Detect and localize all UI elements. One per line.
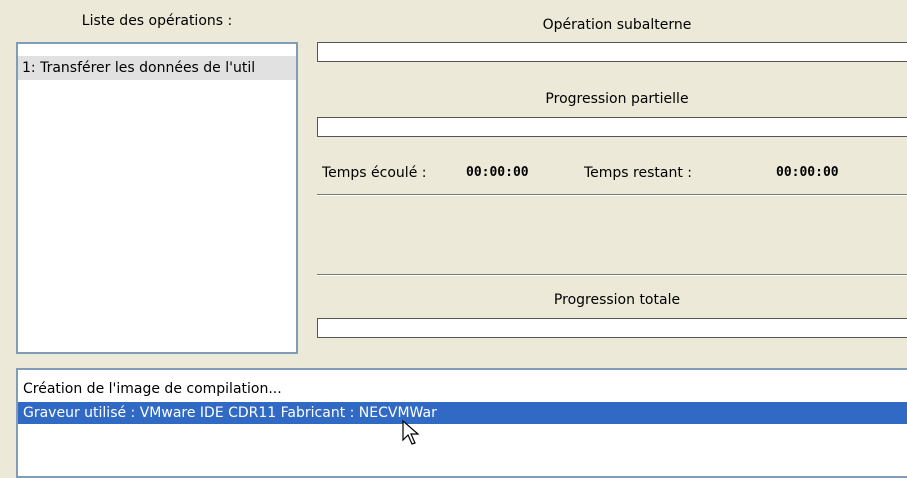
total-progress-heading: Progression totale — [553, 292, 681, 308]
mouse-pointer-icon — [402, 419, 422, 450]
elapsed-time-label: Temps écoulé : — [322, 165, 427, 181]
sub-operation-progress-bar — [317, 42, 907, 62]
log-line-1[interactable]: Création de l'image de compilation... — [18, 378, 907, 400]
sub-operation-heading: Opération subalterne — [542, 17, 692, 33]
remaining-time-label: Temps restant : — [584, 165, 693, 181]
elapsed-time-value: 00:00:00 — [466, 165, 529, 180]
separator-bottom — [317, 274, 907, 276]
log-list[interactable]: Création de l'image de compilation... Gr… — [16, 368, 907, 478]
total-progress-bar — [317, 318, 907, 338]
remaining-time-value: 00:00:00 — [776, 165, 839, 180]
partial-progress-bar — [317, 117, 907, 137]
operations-list-heading: Liste des opérations : — [81, 13, 233, 29]
partial-progress-heading: Progression partielle — [545, 91, 689, 107]
separator-top — [317, 194, 907, 196]
log-line-2[interactable]: Graveur utilisé : VMware IDE CDR11 Fabri… — [18, 402, 907, 424]
operation-item-1[interactable]: 1: Transférer les données de l'util — [18, 56, 296, 80]
operations-list[interactable]: 1: Transférer les données de l'util — [16, 42, 298, 354]
